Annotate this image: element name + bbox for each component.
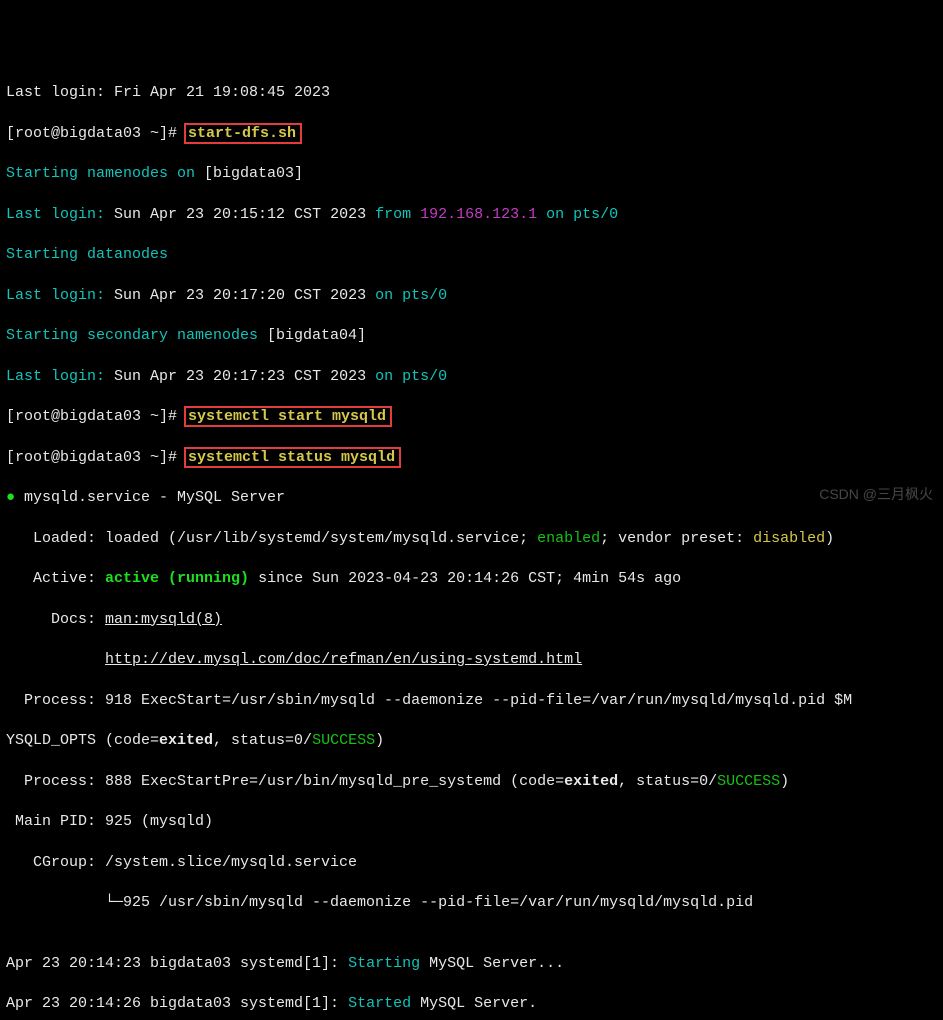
paren-close: ) — [375, 732, 384, 749]
success-status: SUCCESS — [312, 732, 375, 749]
process-line: Process: 888 ExecStartPre=/usr/bin/mysql… — [6, 773, 564, 790]
docs-url-link[interactable]: http://dev.mysql.com/doc/refman/en/using… — [105, 651, 582, 668]
prompt: [root@bigdata03 ~]# — [6, 125, 186, 142]
process-line-wrap: YSQLD_OPTS (code= — [6, 732, 159, 749]
login-time: Sun Apr 23 20:17:20 CST 2023 — [114, 287, 366, 304]
disabled-status: disabled — [753, 530, 825, 547]
active-label: Active: — [6, 570, 105, 587]
process-line: Process: 918 ExecStart=/usr/sbin/mysqld … — [6, 692, 852, 709]
starting-word: Starting — [348, 955, 420, 972]
journal-ts: Apr 23 20:14:23 bigdata03 systemd[1]: — [6, 955, 348, 972]
pts-label: on pts/0 — [366, 368, 447, 385]
docs-indent — [6, 651, 105, 668]
host-list: [bigdata03] — [204, 165, 303, 182]
ip-address: 192.168.123.1 — [420, 206, 537, 223]
watermark: CSDN @三月枫火 — [819, 485, 933, 504]
active-running: active (running) — [105, 570, 249, 587]
vendor-preset-label: ; vendor preset: — [600, 530, 753, 547]
prompt: [root@bigdata03 ~]# — [6, 449, 186, 466]
journal-ts: Apr 23 20:14:26 bigdata03 systemd[1]: — [6, 995, 348, 1012]
login-time: Sun Apr 23 20:17:23 CST 2023 — [114, 368, 366, 385]
from-label: from — [366, 206, 420, 223]
last-login-line: Last login: Fri Apr 21 19:08:45 2023 — [6, 84, 330, 101]
journal-msg: MySQL Server... — [420, 955, 564, 972]
cmd-systemctl-start: systemctl start mysqld — [184, 406, 392, 427]
cmd-start-dfs: start-dfs.sh — [184, 123, 302, 144]
starting-secondary: Starting secondary namenodes — [6, 327, 267, 344]
status-sep: , status=0/ — [618, 773, 717, 790]
exit-code: exited — [564, 773, 618, 790]
pts-label: on pts/0 — [537, 206, 618, 223]
main-pid-line: Main PID: 925 (mysqld) — [6, 813, 213, 830]
pts-label: on pts/0 — [366, 287, 447, 304]
host-list: [bigdata04] — [267, 327, 366, 344]
success-status: SUCCESS — [717, 773, 780, 790]
cmd-systemctl-status: systemctl status mysqld — [184, 447, 401, 468]
loaded-line: Loaded: loaded (/usr/lib/systemd/system/… — [6, 530, 537, 547]
starting-namenodes: Starting namenodes on — [6, 165, 204, 182]
last-login-label: Last login: — [6, 206, 114, 223]
docs-man-link[interactable]: man:mysqld(8) — [105, 611, 222, 628]
prompt: [root@bigdata03 ~]# — [6, 408, 186, 425]
starting-datanodes: Starting datanodes — [6, 246, 168, 263]
journal-msg: MySQL Server. — [411, 995, 537, 1012]
active-since: since Sun 2023-04-23 20:14:26 CST; 4min … — [249, 570, 681, 587]
started-word: Started — [348, 995, 411, 1012]
last-login-label: Last login: — [6, 368, 114, 385]
paren-close: ) — [825, 530, 834, 547]
docs-label: Docs: — [6, 611, 105, 628]
service-name: mysqld.service - MySQL Server — [15, 489, 285, 506]
cgroup-line: CGroup: /system.slice/mysqld.service — [6, 854, 357, 871]
status-dot-icon: ● — [6, 489, 15, 506]
enabled-status: enabled — [537, 530, 600, 547]
paren-close: ) — [780, 773, 789, 790]
last-login-label: Last login: — [6, 287, 114, 304]
cgroup-child: └─925 /usr/sbin/mysqld --daemonize --pid… — [6, 894, 753, 911]
status-sep: , status=0/ — [213, 732, 312, 749]
login-time: Sun Apr 23 20:15:12 CST 2023 — [114, 206, 366, 223]
exit-code: exited — [159, 732, 213, 749]
